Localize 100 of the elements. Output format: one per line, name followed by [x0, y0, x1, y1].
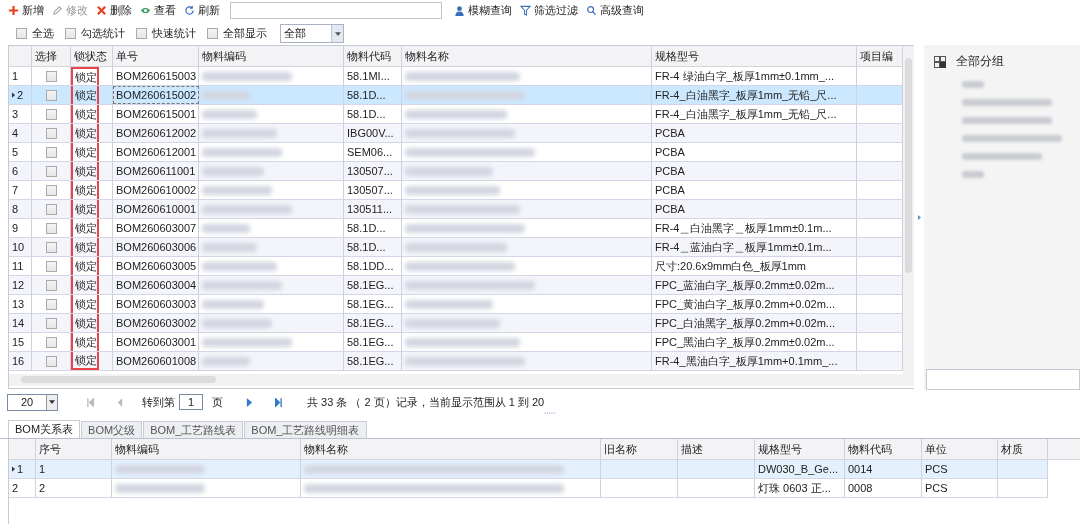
- tab[interactable]: BOM关系表: [8, 420, 81, 438]
- row-number: 1: [12, 70, 19, 82]
- table-cell: 1: [39, 463, 46, 475]
- table-row[interactable]: 1 1 DW030_B_Ge... 0014 PCS: [9, 460, 1080, 479]
- row-number: 14: [12, 317, 25, 329]
- cross-icon: [96, 4, 107, 16]
- checkbox[interactable]: [46, 203, 57, 215]
- tab[interactable]: BOM父级: [81, 421, 143, 438]
- table-cell: BOM260615002: [116, 89, 197, 101]
- checkbox[interactable]: [46, 165, 57, 177]
- blurred-text: [962, 171, 984, 178]
- vertical-scrollbar[interactable]: [903, 46, 914, 374]
- table-cell: 58.1D...: [347, 108, 386, 120]
- column-header[interactable]: 物料代码: [848, 441, 892, 457]
- checkbox-label: 勾选统计: [81, 26, 125, 41]
- table-row[interactable]: 16 锁定 BOM260601008 58.1EG... FR-4_黑油白字_板厚1mm+0.1mm_...: [9, 352, 903, 371]
- column-header[interactable]: 项目编: [860, 48, 893, 64]
- column-header[interactable]: 物料编码: [115, 441, 159, 457]
- tab[interactable]: BOM_工艺路线表: [143, 421, 244, 438]
- query-button[interactable]: 筛选过滤: [518, 1, 584, 19]
- table-cell: 锁定: [71, 238, 99, 256]
- checkbox[interactable]: [46, 108, 57, 120]
- column-header[interactable]: 描述: [681, 441, 703, 457]
- last-page-icon: [274, 397, 282, 407]
- toolbar-button[interactable]: 刷新: [182, 1, 226, 19]
- row-number: 13: [12, 298, 25, 310]
- checkbox[interactable]: [46, 184, 57, 196]
- table-cell: BOM260603007: [116, 222, 197, 234]
- table-cell: BOM260603001: [116, 336, 197, 348]
- checkbox[interactable]: [46, 241, 57, 253]
- table-row[interactable]: 12 锁定 BOM260603004 58.1EG... FPC_蓝油白字_板厚0.2mm±0.02m...: [9, 276, 903, 295]
- column-header[interactable]: 旧名称: [604, 441, 637, 457]
- column-header[interactable]: 规格型号: [655, 48, 699, 64]
- table-cell: 130511...: [347, 203, 393, 215]
- column-header[interactable]: 物料代码: [347, 48, 391, 64]
- table-row[interactable]: 6 锁定 BOM260611001 130507... PCBA: [9, 162, 903, 181]
- expand-icon[interactable]: [917, 215, 921, 220]
- checkbox[interactable]: [65, 28, 76, 39]
- table-row[interactable]: 8 锁定 BOM260610001 130511... PCBA: [9, 200, 903, 219]
- checkbox[interactable]: [46, 317, 57, 329]
- checkbox[interactable]: [46, 298, 57, 310]
- checkbox[interactable]: [207, 28, 218, 39]
- goto-label: 转到第: [142, 394, 175, 410]
- column-header[interactable]: 物料名称: [405, 48, 449, 64]
- drag-handle-icon[interactable]: [544, 412, 556, 414]
- checkbox[interactable]: [46, 89, 57, 101]
- toolbar-button[interactable]: 查看: [138, 1, 182, 19]
- group-title[interactable]: 全部分组: [956, 53, 1004, 70]
- column-header[interactable]: 序号: [39, 441, 61, 457]
- column-header[interactable]: 物料编码: [202, 48, 246, 64]
- column-header[interactable]: 单号: [116, 48, 138, 64]
- column-header[interactable]: 锁状态: [74, 48, 107, 64]
- table-cell: 锁定: [71, 124, 99, 142]
- table-cell: PCS: [925, 463, 948, 475]
- caret-icon: [334, 31, 341, 36]
- checkbox[interactable]: [46, 127, 57, 139]
- blurred-text: [202, 185, 272, 195]
- column-header[interactable]: 选择: [35, 48, 57, 64]
- table-cell: 锁定: [71, 162, 99, 180]
- checkbox[interactable]: [46, 355, 57, 367]
- table-cell: 2: [39, 482, 46, 494]
- query-button[interactable]: 高级查询: [584, 1, 650, 19]
- column-header[interactable]: 规格型号: [758, 441, 802, 457]
- table-cell: BOM260601008: [116, 355, 197, 367]
- page-field[interactable]: 1: [179, 394, 203, 410]
- blurred-text: [202, 299, 264, 309]
- pager-button[interactable]: [272, 395, 284, 409]
- dropdown[interactable]: 全部: [280, 24, 344, 43]
- table-row[interactable]: 14 锁定 BOM260603002 58.1EG... FPC_白油黑字_板厚0.2mm+0.02m...: [9, 314, 903, 333]
- toolbar-button[interactable]: 删除: [94, 1, 138, 19]
- table-cell: 锁定: [71, 352, 99, 370]
- blurred-text: [202, 356, 250, 366]
- table-cell: 58.1D...: [347, 222, 386, 234]
- table-row[interactable]: 10 锁定 BOM260603006 58.1D... FR-4＿蓝油白字＿板厚1mm±0.1m...: [9, 238, 903, 257]
- query-button[interactable]: 模糊查询: [452, 1, 518, 19]
- toolbar-button[interactable]: 新增: [6, 1, 50, 19]
- column-header[interactable]: 物料名称: [304, 441, 348, 457]
- column-header[interactable]: 材质: [1001, 441, 1023, 457]
- table-row[interactable]: 2 2 灯珠 0603 正... 0008 PCS: [9, 479, 1080, 498]
- table-cell: 58.1EG...: [347, 355, 394, 367]
- tab[interactable]: BOM_工艺路线明细表: [244, 421, 367, 438]
- page-size-dropdown[interactable]: 20: [7, 393, 58, 411]
- table-cell: 锁定: [71, 314, 99, 332]
- checkbox[interactable]: [46, 279, 57, 291]
- horizontal-scrollbar[interactable]: [9, 374, 914, 386]
- table-row[interactable]: 4 锁定 BOM260612002 IBG00V... PCBA: [9, 124, 903, 143]
- funnel-icon: [520, 4, 531, 16]
- checkbox[interactable]: [46, 146, 57, 158]
- search-field[interactable]: [230, 1, 442, 19]
- table-cell: 锁定: [71, 200, 99, 218]
- column-header[interactable]: 单位: [925, 441, 947, 457]
- checkbox[interactable]: [46, 260, 57, 272]
- table-row[interactable]: 2 锁定 BOM260615002 58.1D... FR-4_白油黑字_板厚1mm_无铅_尺...: [9, 86, 903, 105]
- record-info: 共 33 条 （ 2 页）记录，当前显示范围从 1 到 20: [307, 394, 545, 410]
- checkbox[interactable]: [46, 336, 57, 348]
- checkbox[interactable]: [46, 222, 57, 234]
- checkbox[interactable]: [136, 28, 147, 39]
- search-field[interactable]: [926, 369, 1080, 390]
- checkbox[interactable]: [46, 70, 57, 82]
- checkbox[interactable]: [16, 28, 27, 39]
